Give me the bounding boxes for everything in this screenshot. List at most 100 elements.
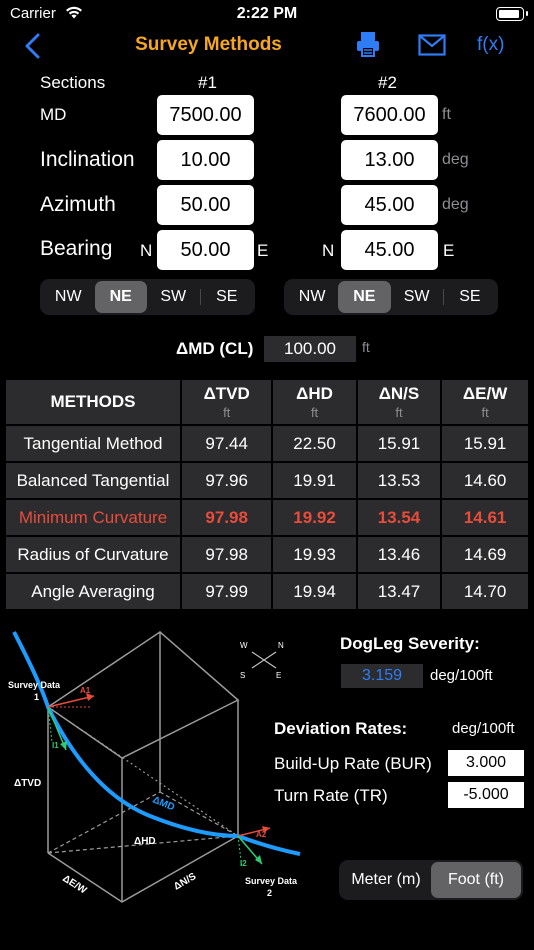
- tvd-value: 97.98: [179, 498, 274, 537]
- dmd-field[interactable]: 100.00: [264, 336, 356, 362]
- table-row: Angle Averaging 97.99 19.94 13.47 14.70: [4, 572, 530, 611]
- wellbore-diagram: W N S E Survey Data 1 ΔTVD ΔHD ΔE/W ΔN/S…: [8, 631, 301, 903]
- formula-button[interactable]: f(x): [477, 34, 504, 56]
- ew-value: 14.69: [440, 535, 530, 574]
- battery-icon: [496, 7, 528, 21]
- tvd-value: 97.44: [179, 424, 274, 463]
- hd-value: 19.94: [271, 572, 358, 611]
- i1-label: I1: [52, 741, 59, 750]
- method-name: Balanced Tangential: [4, 461, 182, 500]
- bearing-ns-2: N: [322, 241, 335, 260]
- quadrant2-ne[interactable]: NE: [338, 281, 391, 313]
- bearing-field-2[interactable]: 45.00: [341, 230, 438, 270]
- quadrant-selector-2[interactable]: NW NE SW SE: [284, 279, 498, 315]
- ns-value: 13.47: [355, 572, 443, 611]
- tr-field[interactable]: -5.000: [448, 782, 524, 808]
- ns-value: 13.46: [355, 535, 443, 574]
- dogleg-value: 3.159: [341, 664, 423, 688]
- method-name: Minimum Curvature: [4, 498, 182, 537]
- tvd-value: 97.96: [179, 461, 274, 500]
- header-hd-unit: ft: [310, 405, 319, 420]
- method-name: Angle Averaging: [4, 572, 182, 611]
- units-foot[interactable]: Foot (ft): [431, 862, 521, 898]
- quadrant2-sw[interactable]: SW: [391, 281, 443, 313]
- quadrant2-se[interactable]: SE: [444, 281, 496, 313]
- survey2-number: 2: [267, 888, 272, 898]
- ew-value: 14.60: [440, 461, 530, 500]
- dmd-label: ΔMD (CL): [176, 339, 254, 358]
- survey1-number: 1: [34, 692, 39, 702]
- a1-label: A1: [80, 686, 91, 695]
- ns-value: 13.54: [355, 498, 443, 537]
- inclination-label: Inclination: [40, 148, 135, 171]
- mail-icon[interactable]: [418, 34, 446, 56]
- bearing-ns-1: N: [140, 241, 153, 260]
- inclination-field-1[interactable]: 10.00: [157, 140, 254, 180]
- quadrant-selector-1[interactable]: NW NE SW SE: [40, 279, 255, 315]
- inclination-unit: deg: [442, 151, 469, 168]
- table-row: Tangential Method 97.44 22.50 15.91 15.9…: [4, 424, 530, 463]
- md-field-2[interactable]: 7600.00: [341, 95, 438, 135]
- header-tvd: ΔTVD ft: [179, 378, 274, 426]
- dtvd-label: ΔTVD: [14, 778, 41, 789]
- quadrant1-ne[interactable]: NE: [94, 281, 147, 313]
- dogleg-unit: deg/100ft: [430, 667, 493, 684]
- azimuth-field-1[interactable]: 50.00: [157, 185, 254, 225]
- printer-icon[interactable]: [354, 30, 382, 58]
- header-tvd-unit: ft: [223, 405, 231, 420]
- compass-w: W: [240, 641, 248, 650]
- dns-label: ΔN/S: [172, 871, 198, 893]
- dhd-label: ΔHD: [134, 836, 156, 847]
- table-row: Radius of Curvature 97.98 19.93 13.46 14…: [4, 535, 530, 574]
- bearing-label: Bearing: [40, 237, 113, 260]
- inclination-field-2[interactable]: 13.00: [341, 140, 438, 180]
- hd-value: 22.50: [271, 424, 358, 463]
- ew-value: 15.91: [440, 424, 530, 463]
- sections-label: Sections: [40, 73, 106, 92]
- i2-label: I2: [240, 859, 247, 868]
- quadrant1-se[interactable]: SE: [201, 281, 254, 313]
- md-field-1[interactable]: 7500.00: [157, 95, 254, 135]
- hd-value: 19.92: [271, 498, 358, 537]
- header-methods: METHODS: [4, 378, 182, 426]
- a1-arrow: [47, 693, 95, 708]
- header-hd: ΔHD ft: [271, 378, 358, 426]
- ew-value: 14.61: [440, 498, 530, 537]
- ew-value: 14.70: [440, 572, 530, 611]
- quadrant1-sw[interactable]: SW: [147, 281, 200, 313]
- compass-e: E: [276, 671, 281, 680]
- azimuth-field-2[interactable]: 45.00: [341, 185, 438, 225]
- compass-s: S: [240, 671, 245, 680]
- navigation-bar: Survey Methods f(x): [0, 28, 534, 62]
- tvd-value: 97.99: [179, 572, 274, 611]
- survey2-label: Survey Data: [245, 876, 298, 886]
- table-row-highlighted: Minimum Curvature 97.98 19.92 13.54 14.6…: [4, 498, 530, 537]
- hd-value: 19.93: [271, 535, 358, 574]
- survey1-label: Survey Data: [8, 680, 61, 690]
- units-selector[interactable]: Meter (m) Foot (ft): [339, 860, 523, 900]
- bearing-ew-1: E: [257, 241, 269, 260]
- units-meter[interactable]: Meter (m): [341, 862, 431, 898]
- dmd-unit: ft: [362, 339, 370, 355]
- section2-header: #2: [378, 73, 397, 92]
- md-label: MD: [40, 105, 67, 124]
- header-ns-unit: ft: [395, 405, 403, 420]
- header-ew: ΔE/W ft: [440, 378, 530, 426]
- md-unit: ft: [442, 106, 451, 123]
- azimuth-unit: deg: [442, 196, 469, 213]
- bur-field[interactable]: 3.000: [448, 750, 524, 776]
- azimuth-label: Azimuth: [40, 193, 116, 216]
- deviation-title: Deviation Rates:: [274, 719, 408, 738]
- quadrant1-nw[interactable]: NW: [42, 281, 95, 313]
- section1-header: #1: [198, 73, 217, 92]
- a2-label: A2: [256, 830, 267, 839]
- dogleg-title: DogLeg Severity:: [340, 634, 480, 653]
- quadrant2-nw[interactable]: NW: [286, 281, 338, 313]
- bur-label: Build-Up Rate (BUR): [274, 754, 432, 773]
- compass-n: N: [278, 641, 284, 650]
- table-header-row: METHODS ΔTVD ft ΔHD ft ΔN/S ft ΔE/W ft: [4, 378, 530, 426]
- bearing-field-1[interactable]: 50.00: [157, 230, 254, 270]
- methods-table: METHODS ΔTVD ft ΔHD ft ΔN/S ft ΔE/W ft Tange…: [4, 378, 530, 611]
- tvd-value: 97.98: [179, 535, 274, 574]
- tr-label: Turn Rate (TR): [274, 786, 388, 805]
